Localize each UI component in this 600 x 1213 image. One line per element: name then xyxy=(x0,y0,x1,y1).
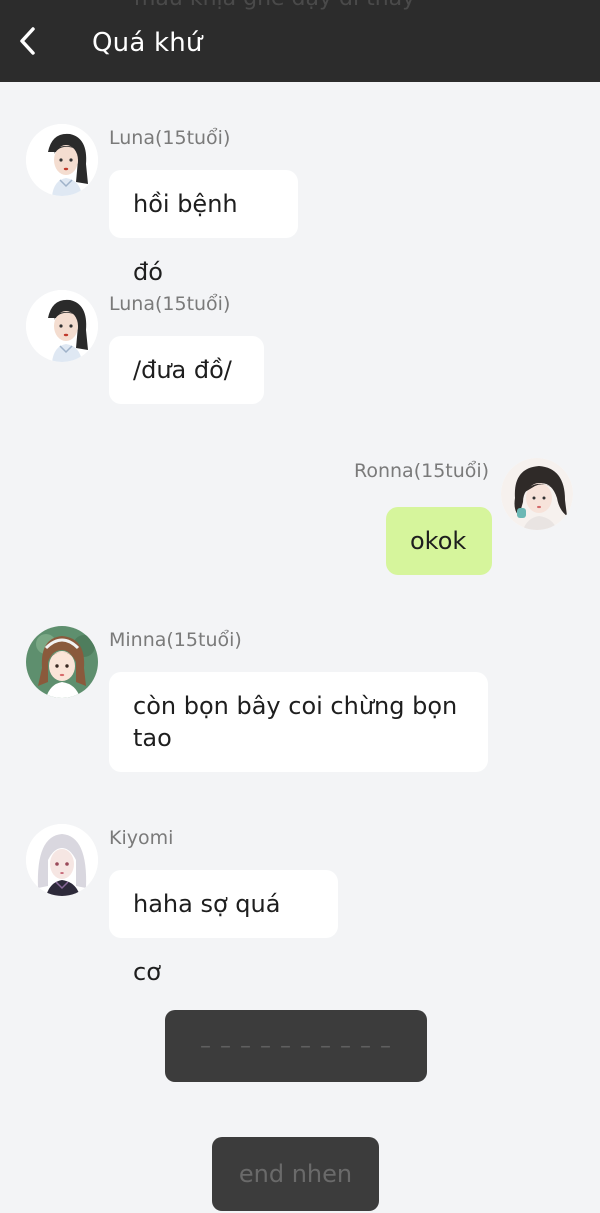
girl-messy-hair-avatar[interactable] xyxy=(501,458,573,530)
message-bubble[interactable]: haha sợ quá cơ xyxy=(109,870,338,986)
sender-name: Ronna(15tuổi) xyxy=(354,460,490,482)
girl-dark-hair-avatar[interactable] xyxy=(26,124,98,196)
end-button[interactable]: end nhen xyxy=(212,1137,379,1211)
message-bubble[interactable]: /đưa đồ/ xyxy=(109,336,264,404)
top-bar: mầu khịa ghê dậy đi thây Quá khứ xyxy=(0,0,600,82)
message-bubble-own[interactable]: okok xyxy=(386,507,492,575)
back-button[interactable] xyxy=(12,24,44,58)
chevron-left-icon xyxy=(20,27,35,55)
sender-name: Luna(15tuổi) xyxy=(109,293,231,315)
previous-line-text: mầu khịa ghê dậy đi thây xyxy=(134,0,415,11)
message-bubble[interactable]: còn bọn bây coi chừng bọn tao xyxy=(109,672,488,772)
sender-name: Kiyomi xyxy=(109,827,174,849)
girl-brown-hair-avatar[interactable] xyxy=(26,626,98,698)
sender-name: Luna(15tuổi) xyxy=(109,127,231,149)
placeholder-option-label: – – – – – – – – – – xyxy=(200,1033,392,1059)
page-title: Quá khứ xyxy=(92,28,203,58)
girl-silver-hair-avatar[interactable] xyxy=(26,824,98,896)
girl-dark-hair-avatar[interactable] xyxy=(26,290,98,362)
end-button-label: end nhen xyxy=(238,1160,353,1188)
message-bubble[interactable]: hồi bệnh đó xyxy=(109,170,298,286)
sender-name: Minna(15tuổi) xyxy=(109,629,242,651)
placeholder-option-button[interactable]: – – – – – – – – – – xyxy=(165,1010,427,1082)
